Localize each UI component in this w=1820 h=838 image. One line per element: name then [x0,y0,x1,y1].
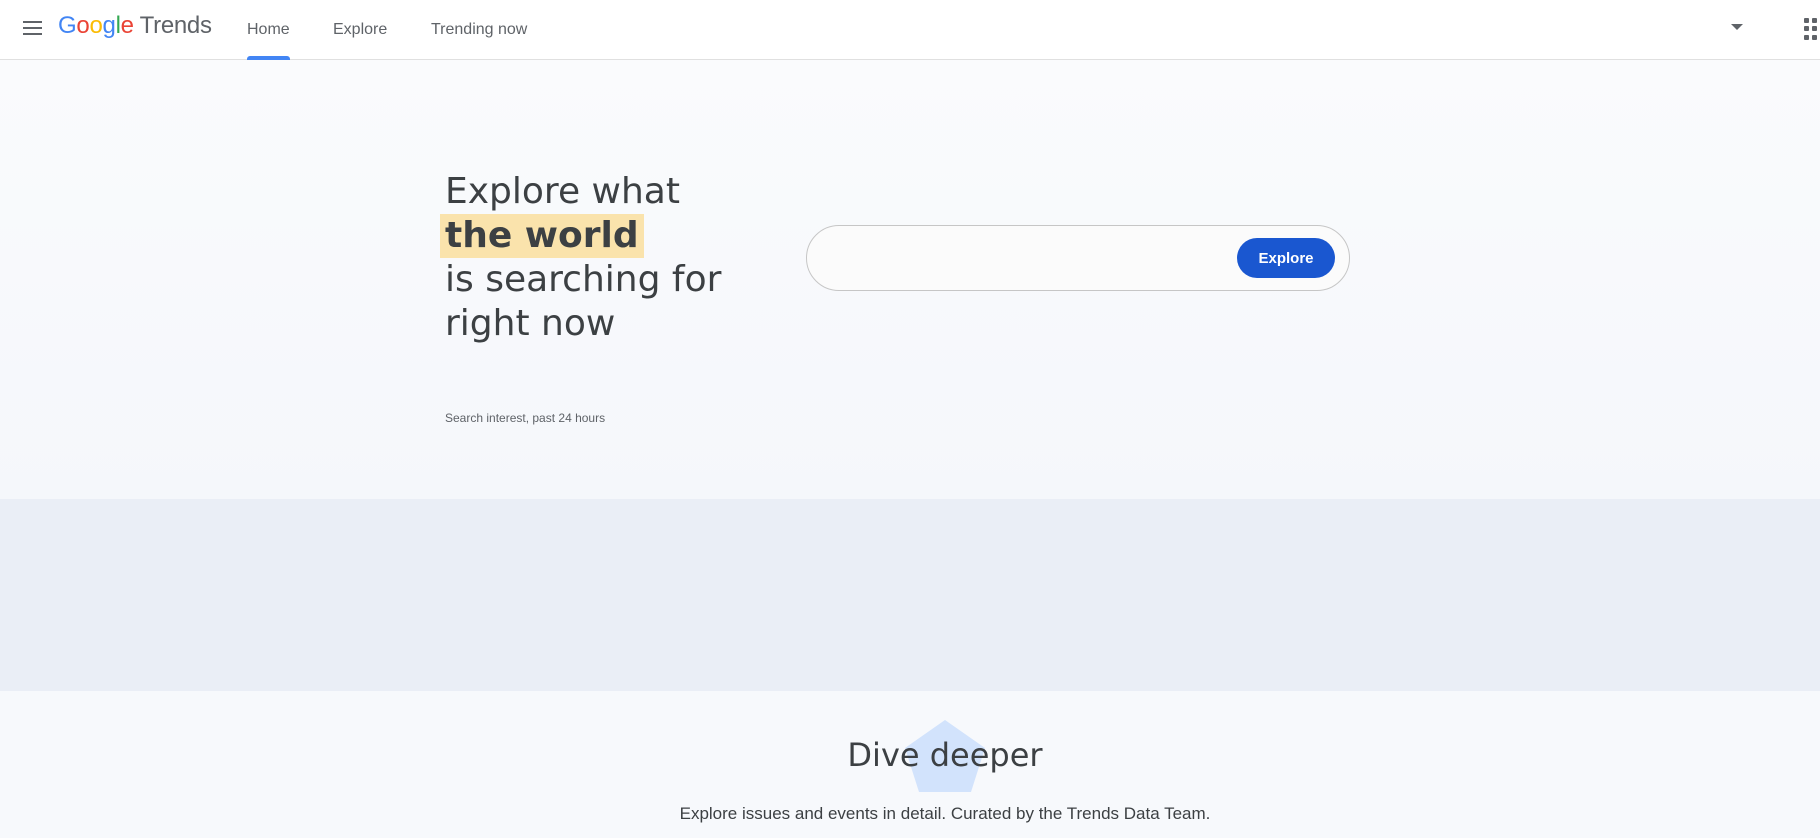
tab-explore[interactable]: Explore [333,0,387,60]
headline-highlight: the world [440,214,644,258]
menu-icon-bar [22,21,42,23]
apps-dot [1812,18,1817,23]
tab-home-label: Home [247,21,290,38]
headline-line-2: the world [440,214,721,258]
headline-line-1: Explore what [445,171,680,212]
logo-product-name: Trends [139,12,212,39]
menu-icon-bar [22,27,42,29]
headline-line-3: is searching for [445,259,722,300]
tab-trending-now-label: Trending now [431,21,528,38]
search-interest-label: Search interest, past 24 hours [445,411,606,425]
tab-trending-now[interactable]: Trending now [431,0,527,60]
apps-dot [1812,26,1817,32]
apps-dot [1804,18,1809,23]
explore-button[interactable]: Explore [1237,238,1335,278]
apps-grid-icon[interactable] [1804,18,1820,40]
top-app-bar: Google Trends Home Explore Trending now [0,0,1820,60]
tab-explore-label: Explore [333,21,388,38]
menu-icon[interactable] [18,14,46,42]
google-logo-wordmark: Google [58,12,134,39]
dropdown-caret-icon[interactable] [1731,24,1743,30]
apps-dot [1804,34,1809,40]
menu-icon-bar [22,33,42,35]
tab-home[interactable]: Home [247,0,290,60]
search-box: Explore [806,225,1350,291]
apps-dot [1812,34,1817,40]
dive-deeper-title: Dive deeper [847,736,1043,774]
search-interest-band [0,499,1820,691]
dive-deeper-subtitle: Explore issues and events in detail. Cur… [679,804,1211,823]
headline-line-4: right now [445,303,616,344]
search-input[interactable] [831,242,1211,276]
hero-headline: Explore what the world is searching for … [440,170,722,346]
apps-dot [1804,26,1809,32]
hero-section: Explore what the world is searching for … [0,60,1820,499]
google-trends-logo[interactable]: Google Trends [58,12,212,44]
